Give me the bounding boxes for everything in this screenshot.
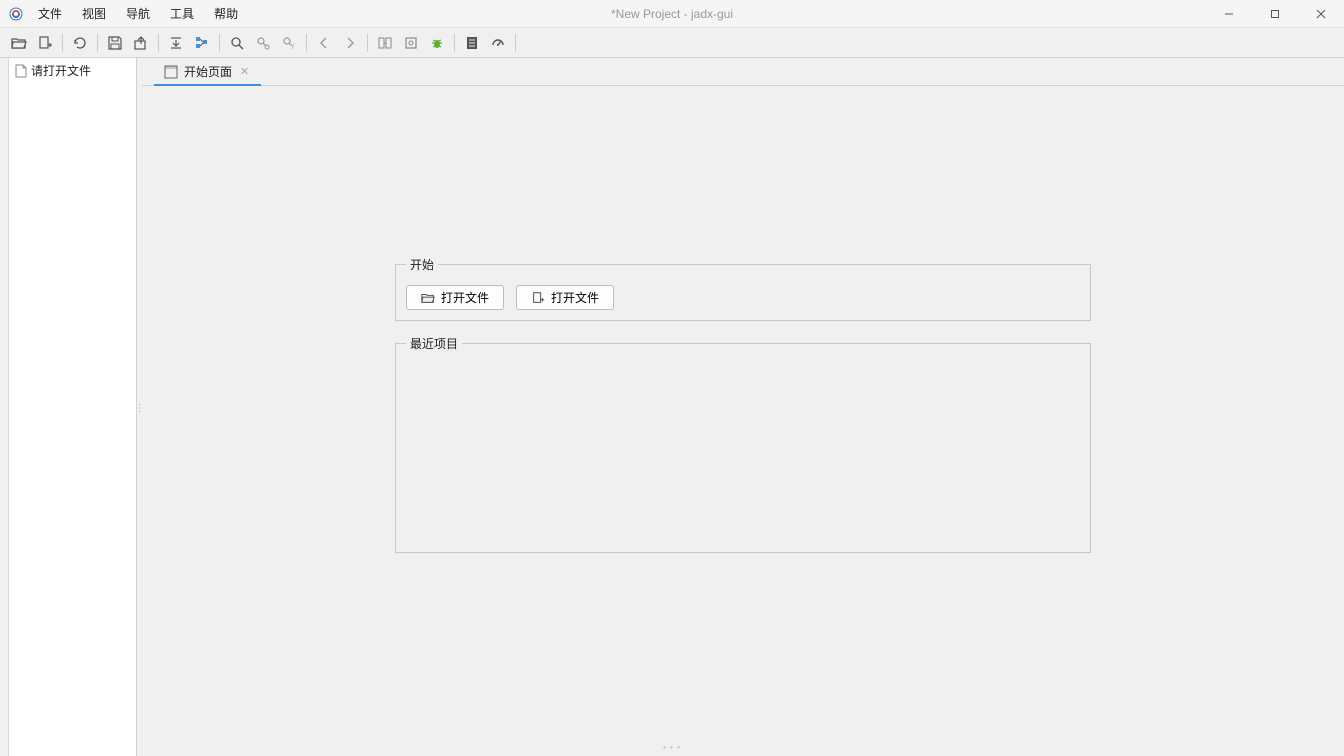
toolbar-separator xyxy=(306,34,307,52)
tab-bar: 开始页面 ✕ xyxy=(142,58,1344,86)
tab-start-page[interactable]: 开始页面 ✕ xyxy=(154,59,261,86)
toolbar-separator xyxy=(158,34,159,52)
search-icon[interactable] xyxy=(226,32,248,54)
horizontal-splitter-grip[interactable]: • • • xyxy=(663,743,681,752)
search-global-icon[interactable]: / xyxy=(278,32,300,54)
start-wrap: 开始 打开文件 xyxy=(395,256,1091,567)
titlebar: 文件 视图 导航 工具 帮助 *New Project - jadx-gui xyxy=(0,0,1344,28)
close-button[interactable] xyxy=(1298,0,1344,28)
forward-icon[interactable] xyxy=(339,32,361,54)
menu-tools[interactable]: 工具 xyxy=(160,1,204,26)
menu-bar: 文件 视图 导航 工具 帮助 xyxy=(28,1,248,26)
toolbar-separator xyxy=(62,34,63,52)
tab-page-icon xyxy=(164,65,178,79)
open-project-label: 打开文件 xyxy=(551,289,599,306)
window-title: *New Project - jadx-gui xyxy=(611,7,733,21)
app-icon xyxy=(8,6,24,22)
start-page-content: 开始 打开文件 xyxy=(142,86,1344,756)
maximize-button[interactable] xyxy=(1252,0,1298,28)
open-project-button[interactable]: 打开文件 xyxy=(516,285,614,310)
add-file-icon xyxy=(531,291,545,305)
toolbar-separator xyxy=(367,34,368,52)
search-related-icon[interactable] xyxy=(252,32,274,54)
refresh-icon[interactable] xyxy=(69,32,91,54)
sidebar-open-prompt[interactable]: 请打开文件 xyxy=(9,58,136,83)
body-area: 请打开文件 开始页面 ✕ 开始 xyxy=(0,58,1344,756)
menu-view[interactable]: 视图 xyxy=(72,1,116,26)
sidebar-open-label: 请打开文件 xyxy=(31,62,91,79)
toolbar-separator xyxy=(97,34,98,52)
app-window: 文件 视图 导航 工具 帮助 *New Project - jadx-gui xyxy=(0,0,1344,756)
window-controls xyxy=(1206,0,1344,28)
svg-text:/: / xyxy=(292,44,294,51)
titlebar-left: 文件 视图 导航 工具 帮助 xyxy=(0,1,248,26)
start-group-label: 开始 xyxy=(406,256,438,273)
start-group: 开始 打开文件 xyxy=(395,256,1091,321)
minimize-button[interactable] xyxy=(1206,0,1252,28)
deobf-icon[interactable] xyxy=(374,32,396,54)
toolbar-separator xyxy=(454,34,455,52)
flatten-icon[interactable] xyxy=(165,32,187,54)
open-file-button[interactable]: 打开文件 xyxy=(406,285,504,310)
sidebar: 请打开文件 xyxy=(9,58,137,756)
folder-open-icon xyxy=(421,291,435,305)
toolbar-separator xyxy=(515,34,516,52)
log-icon[interactable] xyxy=(461,32,483,54)
toolbar: / xyxy=(0,28,1344,58)
tab-close-icon[interactable]: ✕ xyxy=(238,65,251,78)
export-icon[interactable] xyxy=(130,32,152,54)
save-icon[interactable] xyxy=(104,32,126,54)
open-file-label: 打开文件 xyxy=(441,289,489,306)
folder-open-icon[interactable] xyxy=(8,32,30,54)
menu-nav[interactable]: 导航 xyxy=(116,1,160,26)
file-icon xyxy=(15,64,27,78)
back-icon[interactable] xyxy=(313,32,335,54)
quark-icon[interactable] xyxy=(400,32,422,54)
add-file-icon[interactable] xyxy=(34,32,56,54)
tab-label: 开始页面 xyxy=(184,63,232,80)
start-buttons: 打开文件 打开文件 xyxy=(406,285,1080,310)
left-gutter xyxy=(0,58,9,756)
debug-icon[interactable] xyxy=(426,32,448,54)
settings-icon[interactable] xyxy=(487,32,509,54)
menu-file[interactable]: 文件 xyxy=(28,1,72,26)
menu-help[interactable]: 帮助 xyxy=(204,1,248,26)
main-area: 开始页面 ✕ 开始 打开文件 xyxy=(142,58,1344,756)
recent-group: 最近项目 xyxy=(395,335,1091,553)
sync-icon[interactable] xyxy=(191,32,213,54)
toolbar-separator xyxy=(219,34,220,52)
recent-group-label: 最近项目 xyxy=(406,335,462,352)
